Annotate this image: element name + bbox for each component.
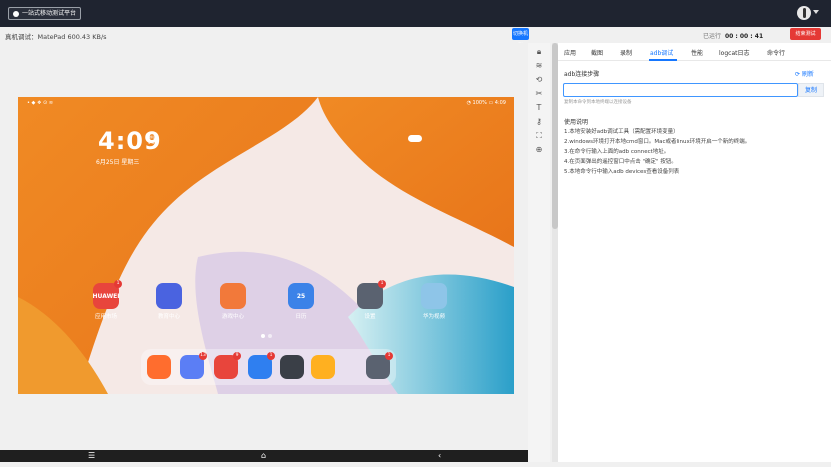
notification-badge: 1 — [385, 352, 393, 360]
adb-connect-input[interactable] — [563, 83, 798, 97]
section-title: adb连接步骤 — [564, 71, 600, 78]
install-app-icon[interactable]: ⊕ — [534, 145, 544, 155]
gallery-icon[interactable] — [311, 355, 335, 379]
tab-performance[interactable]: 性能 — [691, 48, 703, 57]
camera-icon[interactable] — [280, 355, 304, 379]
tab-adb[interactable]: adb调试 — [650, 48, 673, 57]
notification-badge: 9 — [233, 352, 241, 360]
brand-icon — [13, 10, 19, 17]
app-calendar[interactable]: 25 日历 — [284, 283, 318, 320]
page-dot — [261, 334, 265, 338]
music-icon[interactable]: 13 — [180, 352, 207, 379]
app-label: 华为视频 — [422, 314, 445, 320]
end-test-button[interactable]: 结束测试 — [790, 28, 821, 40]
date-label: 6月25日 星期三 — [96, 159, 140, 166]
huawei-video-icon — [421, 283, 447, 309]
clock-suffix: PM 4:09 — [148, 135, 157, 145]
notification-badge: 1 — [114, 280, 122, 288]
home-icon[interactable]: ⌂ — [261, 451, 266, 461]
app-label: 教育中心 — [157, 314, 180, 320]
appgallery-icon: HUAWEI 1 — [92, 280, 122, 309]
clock-small: 4:09 — [148, 140, 157, 145]
usage-step: 3.在命令行输入上面的adb connect地址。 — [564, 149, 670, 155]
input-hint: 复制本命令到本地终端以连接设备 — [564, 100, 632, 105]
app-education-center[interactable]: 教育中心 — [152, 283, 186, 320]
brand-logo[interactable]: 一站式移动测试平台 — [8, 7, 82, 20]
fullscreen-icon[interactable]: ⛶ — [534, 131, 544, 141]
copy-button[interactable]: 复制 — [798, 83, 824, 97]
education-center-icon — [156, 283, 182, 309]
tablet-screen[interactable]: • ◆ ❖ ⊙ ≋ ◔ 100% ▭ 4:09 4:09 PM 4:09 6月2… — [18, 97, 514, 394]
lock-icon[interactable]: 🔒︎ — [534, 47, 544, 57]
page-indicator — [261, 334, 272, 338]
active-tab-indicator — [649, 59, 677, 61]
tab-apps[interactable]: 应用 — [564, 48, 576, 57]
app-label: 日历 — [295, 314, 307, 320]
switch-device-button[interactable]: 切换机型 — [512, 28, 529, 49]
usage-title: 使用说明 — [564, 119, 589, 126]
status-icons-right: ◔ 100% ▭ 4:09 — [466, 100, 506, 106]
text-input-icon[interactable]: T — [534, 103, 544, 113]
status-icons-left: • ◆ ❖ ⊙ ≋ — [27, 100, 54, 106]
usage-step: 2.windows环境打开本地cmd窗口。Mac或者linux环境开启一个新的终… — [564, 139, 751, 145]
page-dot — [268, 334, 272, 338]
key-icon[interactable]: ⚷ — [534, 117, 544, 127]
adb-panel: 应用 截图 录制 adb调试 性能 logcat日志 命令行 adb连接步骤 ⟳… — [558, 43, 831, 462]
device-toolbar: 🔒︎ ≋ ⟲ ✂ T ⚷ ⛶ ⊕ — [528, 43, 550, 462]
chevron-down-icon[interactable] — [813, 10, 819, 14]
panel-tabs: 应用 截图 录制 adb调试 性能 logcat日志 命令行 — [558, 43, 831, 61]
rotate-icon[interactable]: ⟲ — [534, 75, 544, 85]
settings-icon: 1 — [357, 280, 386, 309]
usage-step: 5.本地命令行中输入adb devices查看设备列表 — [564, 169, 680, 175]
game-center-icon — [220, 283, 246, 309]
user-avatar[interactable] — [797, 6, 811, 20]
brand-title: 一站式移动测试平台 — [22, 10, 77, 17]
runtime-display: 已运行 00 : 00 : 41 — [703, 31, 763, 40]
usage-steps: 1.本地安装好adb调试工具（需配置环境变量） 2.windows环境打开本地c… — [564, 127, 750, 177]
wifi-icon[interactable]: ≋ — [534, 61, 544, 71]
runtime-value: 00 : 00 : 41 — [724, 33, 764, 40]
runtime-label: 已运行 — [703, 33, 722, 40]
app-settings[interactable]: 1 设置 — [353, 280, 387, 320]
tab-record[interactable]: 录制 — [620, 48, 632, 57]
books-icon[interactable]: 9 — [214, 352, 241, 379]
app-label: 游戏中心 — [221, 314, 244, 320]
tab-screenshot[interactable]: 截图 — [591, 48, 603, 57]
notification-badge: 1 — [378, 280, 386, 288]
refresh-button[interactable]: ⟳ 刷新 — [795, 69, 814, 78]
notification-badge: 1 — [267, 352, 275, 360]
usage-step: 1.本地安装好adb调试工具（需配置环境变量） — [564, 129, 679, 135]
app-appgallery[interactable]: HUAWEI 1 应用市场 — [89, 280, 123, 320]
device-nav-bar: ☰ ⌂ ‹ — [0, 450, 528, 462]
cut-icon[interactable]: ✂ — [534, 89, 544, 99]
tab-logcat[interactable]: logcat日志 — [719, 48, 749, 57]
usage-step: 4.在页面弹出的遥控窗口中点击 "确定" 按钮。 — [564, 159, 677, 165]
video-player-icon[interactable] — [147, 355, 171, 379]
status-bar: • ◆ ❖ ⊙ ≋ ◔ 100% ▭ 4:09 — [18, 97, 514, 109]
app-game-center[interactable]: 游戏中心 — [216, 283, 250, 320]
app-label: 设置 — [364, 314, 376, 320]
weather-cloud-icon[interactable] — [408, 135, 422, 142]
menu-icon[interactable]: ☰ — [88, 451, 95, 461]
tab-command-line[interactable]: 命令行 — [767, 48, 785, 57]
settings-dock-icon[interactable]: 1 — [366, 352, 393, 379]
app-huawei-video[interactable]: 华为视频 — [417, 283, 451, 320]
back-icon[interactable]: ‹ — [438, 451, 441, 461]
notification-badge: 13 — [199, 352, 207, 360]
browser-icon[interactable]: 1 — [248, 352, 275, 379]
calendar-icon: 25 — [288, 283, 314, 309]
top-bar: 一站式移动测试平台 — [0, 0, 831, 27]
device-info: 真机调试：MatePad 600.43 KB/s — [5, 33, 107, 41]
app-label: 应用市场 — [94, 314, 117, 320]
